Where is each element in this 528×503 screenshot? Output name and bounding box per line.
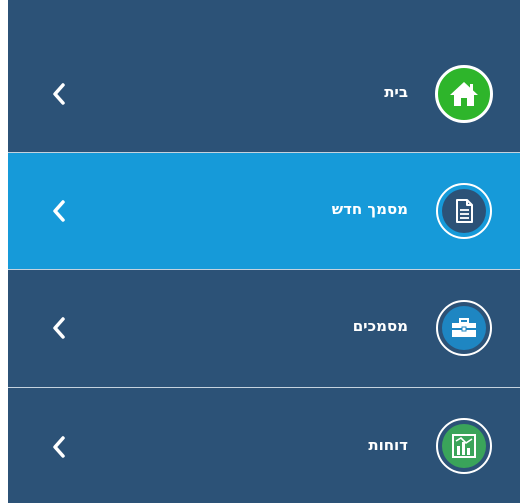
document-icon-circle	[442, 189, 486, 233]
menu-item-documents[interactable]: מסמכים	[8, 270, 520, 387]
side-menu: בית מסמך חדש מסמכים דוחות	[8, 0, 520, 503]
menu-item-home[interactable]: בית	[8, 35, 520, 153]
menu-item-reports[interactable]: דוחות	[8, 388, 520, 503]
menu-item-label: מסמך חדש	[331, 200, 408, 218]
menu-item-label: מסמכים	[352, 317, 408, 335]
document-icon	[436, 183, 492, 239]
chevron-left-icon	[46, 315, 72, 341]
home-icon	[435, 65, 493, 123]
menu-item-label: בית	[384, 83, 408, 101]
bar-chart-icon-circle	[442, 424, 486, 468]
menu-item-label: דוחות	[368, 436, 408, 454]
chevron-left-icon	[46, 434, 72, 460]
bar-chart-icon	[436, 418, 492, 474]
chevron-left-icon	[46, 198, 72, 224]
briefcase-icon-circle	[442, 306, 486, 350]
chevron-left-icon	[46, 81, 72, 107]
menu-item-new-document[interactable]: מסמך חדש	[8, 153, 520, 269]
briefcase-icon	[436, 300, 492, 356]
